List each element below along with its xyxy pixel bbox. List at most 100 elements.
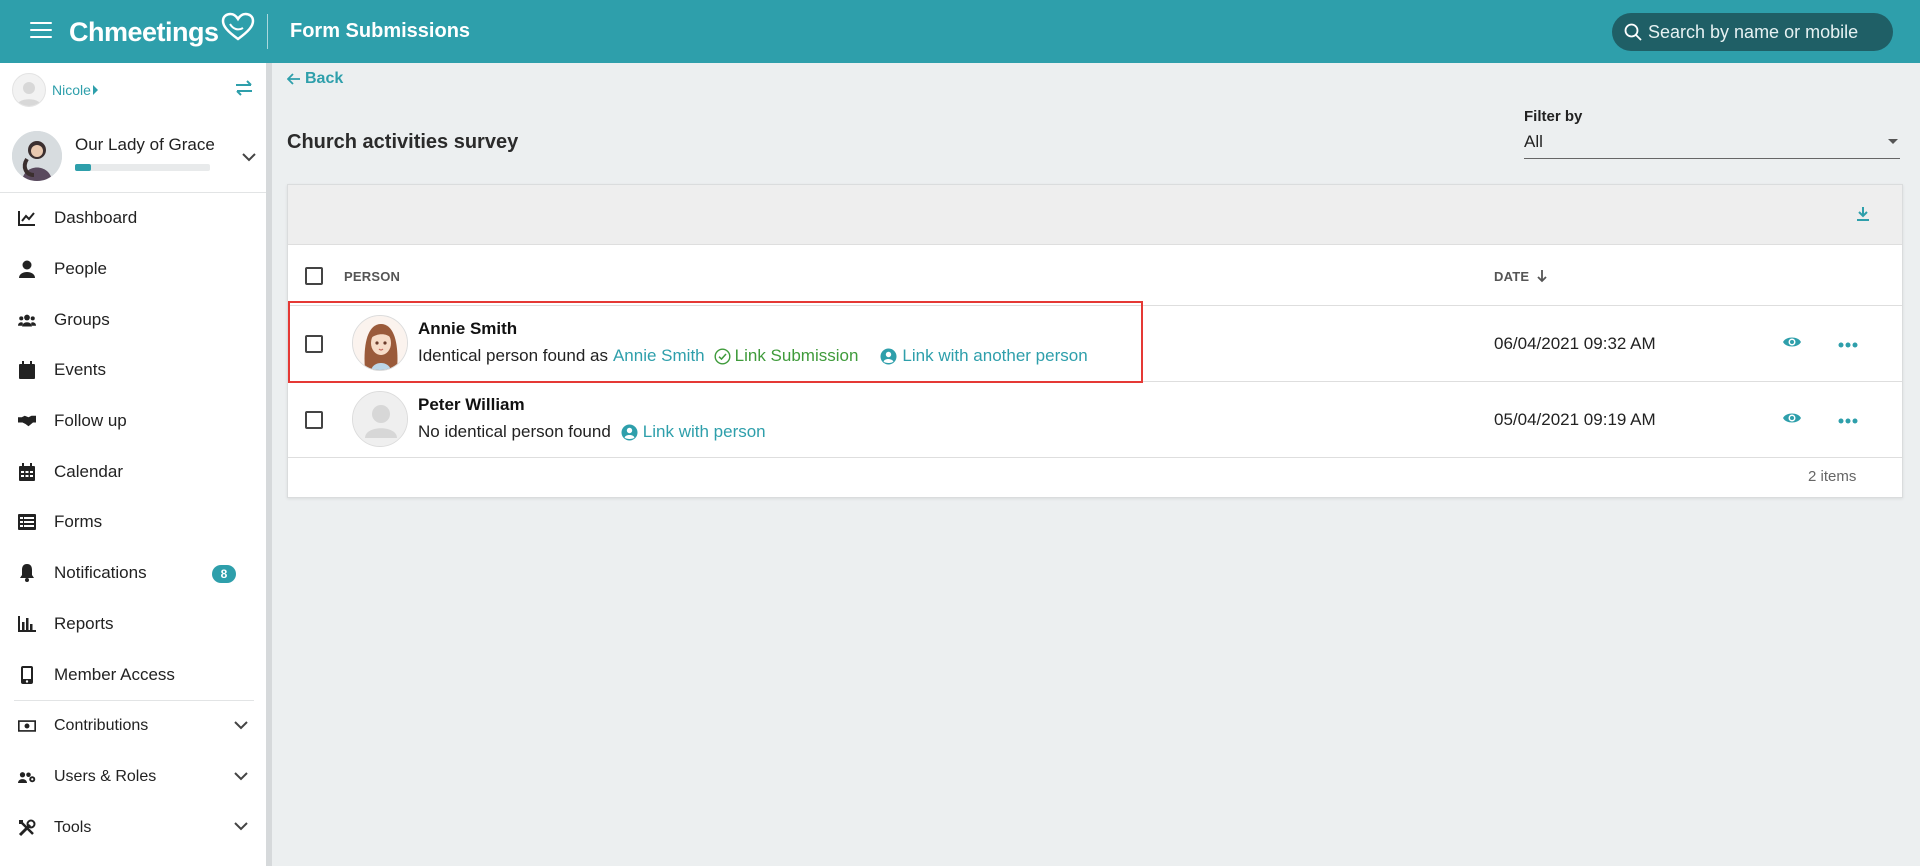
sidebar-item-label: Events bbox=[54, 360, 106, 380]
link-submission-label: Link Submission bbox=[734, 346, 859, 365]
more-options-icon[interactable] bbox=[1838, 418, 1858, 424]
sidebar-item-label: Groups bbox=[54, 309, 110, 329]
link-with-another-person-label: Link with another person bbox=[902, 346, 1088, 365]
calendar-icon bbox=[18, 462, 36, 481]
hamburger-menu-icon[interactable] bbox=[30, 22, 52, 40]
bell-icon bbox=[18, 564, 36, 583]
sidebar-scrollbar[interactable] bbox=[266, 63, 272, 866]
sidebar-item-label: Dashboard bbox=[54, 208, 138, 228]
search-input[interactable] bbox=[1648, 21, 1888, 43]
calendar-event-icon bbox=[18, 361, 36, 380]
link-with-person-label: Link with person bbox=[642, 422, 766, 441]
users-cog-icon bbox=[18, 768, 36, 786]
church-selector[interactable]: Our Lady of Grace bbox=[12, 131, 262, 181]
matched-person-link[interactable]: Annie Smith bbox=[613, 346, 705, 366]
app-logo[interactable]: Chmeetings bbox=[69, 12, 255, 52]
user-circle-icon bbox=[880, 348, 897, 364]
search-box[interactable] bbox=[1612, 13, 1893, 51]
filter-value: All bbox=[1524, 132, 1543, 151]
sidebar-item-follow-up[interactable]: Follow up bbox=[0, 396, 266, 447]
sidebar-item-tools[interactable]: Tools bbox=[0, 802, 266, 853]
back-label: Back bbox=[305, 70, 344, 87]
link-submission-button[interactable]: Link Submission bbox=[714, 346, 859, 366]
arrow-left-icon bbox=[287, 73, 300, 85]
top-bar: Chmeetings Form Submissions bbox=[0, 0, 1920, 63]
caret-right-icon bbox=[92, 85, 98, 95]
sidebar-item-label: Tools bbox=[54, 818, 92, 836]
column-header-person[interactable]: PERSON bbox=[344, 269, 400, 284]
sidebar-item-member-access[interactable]: Member Access bbox=[0, 649, 266, 700]
app-name: Chmeetings bbox=[69, 17, 219, 47]
submissions-table-card: PERSON DATE Annie Smith Identical person… bbox=[287, 184, 1903, 498]
sidebar-item-groups[interactable]: Groups bbox=[0, 294, 266, 345]
church-name: Our Lady of Grace bbox=[75, 135, 215, 154]
sidebar-nav: Dashboard People Groups Events Follow up bbox=[0, 193, 266, 853]
sidebar-item-calendar[interactable]: Calendar bbox=[0, 446, 266, 497]
eye-icon[interactable] bbox=[1782, 335, 1802, 349]
avatar bbox=[352, 391, 408, 447]
user-name: Nicole bbox=[52, 82, 91, 98]
users-icon bbox=[18, 311, 36, 329]
sidebar-item-events[interactable]: Events bbox=[0, 345, 266, 396]
link-with-another-person-button[interactable]: Link with another person bbox=[880, 346, 1088, 366]
sort-down-icon[interactable] bbox=[1537, 269, 1547, 283]
person-name[interactable]: Annie Smith bbox=[418, 319, 517, 339]
sidebar-item-label: Contributions bbox=[54, 717, 149, 735]
eye-icon[interactable] bbox=[1782, 411, 1802, 425]
filter-control: Filter by All bbox=[1524, 108, 1900, 159]
form-title: Church activities survey bbox=[287, 131, 519, 153]
list-icon bbox=[18, 513, 36, 531]
church-avatar bbox=[12, 131, 62, 181]
search-icon bbox=[1624, 23, 1642, 41]
annie-avatar-image bbox=[353, 316, 407, 370]
sidebar-item-label: Reports bbox=[54, 613, 114, 633]
back-link[interactable]: Back bbox=[287, 70, 343, 88]
user-avatar bbox=[12, 73, 46, 107]
check-circle-icon bbox=[714, 347, 731, 365]
sidebar-item-forms[interactable]: Forms bbox=[0, 497, 266, 548]
switch-icon[interactable] bbox=[234, 80, 254, 96]
sidebar-item-label: Notifications bbox=[54, 563, 147, 583]
sidebar-item-reports[interactable]: Reports bbox=[0, 599, 266, 650]
filter-label: Filter by bbox=[1524, 108, 1583, 125]
column-header-date[interactable]: DATE bbox=[1494, 269, 1529, 284]
status-text: No identical person found bbox=[418, 422, 611, 441]
bar-chart-icon bbox=[18, 615, 36, 633]
chevron-down-icon[interactable] bbox=[242, 153, 256, 162]
header-divider bbox=[267, 14, 268, 49]
sidebar-item-notifications[interactable]: Notifications 8 bbox=[0, 548, 266, 599]
chevron-down-icon bbox=[234, 822, 248, 831]
sidebar-item-contributions[interactable]: Contributions bbox=[0, 701, 266, 752]
table-header: PERSON DATE bbox=[288, 246, 1902, 306]
row-checkbox[interactable] bbox=[305, 335, 323, 353]
sidebar-item-users-roles[interactable]: Users & Roles bbox=[0, 752, 266, 803]
table-row[interactable]: Annie Smith Identical person found as An… bbox=[288, 307, 1902, 382]
person-name[interactable]: Peter William bbox=[418, 395, 525, 415]
match-status: Identical person found as Annie Smith Li… bbox=[418, 346, 1088, 366]
row-checkbox[interactable] bbox=[305, 411, 323, 429]
table-row[interactable]: Peter William No identical person found … bbox=[288, 383, 1902, 458]
user-menu[interactable]: Nicole bbox=[12, 73, 98, 107]
link-with-person-button[interactable]: Link with person bbox=[621, 422, 766, 442]
submission-date: 06/04/2021 09:32 AM bbox=[1494, 334, 1656, 353]
download-icon[interactable] bbox=[1856, 206, 1870, 222]
sidebar-item-people[interactable]: People bbox=[0, 244, 266, 295]
money-icon bbox=[18, 717, 36, 735]
more-options-icon[interactable] bbox=[1838, 342, 1858, 348]
chevron-down-icon bbox=[234, 721, 248, 730]
person-icon bbox=[18, 260, 36, 279]
default-avatar-icon bbox=[17, 82, 41, 106]
avatar bbox=[352, 315, 408, 371]
sidebar-item-label: People bbox=[54, 259, 107, 279]
church-progress-fill bbox=[75, 164, 92, 171]
sidebar-item-label: Member Access bbox=[54, 664, 175, 684]
notification-badge: 8 bbox=[212, 564, 236, 583]
select-all-checkbox[interactable] bbox=[305, 267, 323, 285]
submission-date: 05/04/2021 09:19 AM bbox=[1494, 410, 1656, 429]
dropdown-arrow-icon bbox=[1888, 139, 1898, 144]
church-progress-bar bbox=[75, 164, 210, 171]
sidebar-item-dashboard[interactable]: Dashboard bbox=[0, 193, 266, 244]
mobile-icon bbox=[18, 665, 36, 684]
default-avatar-icon bbox=[353, 392, 407, 446]
filter-select[interactable]: All bbox=[1524, 130, 1900, 159]
